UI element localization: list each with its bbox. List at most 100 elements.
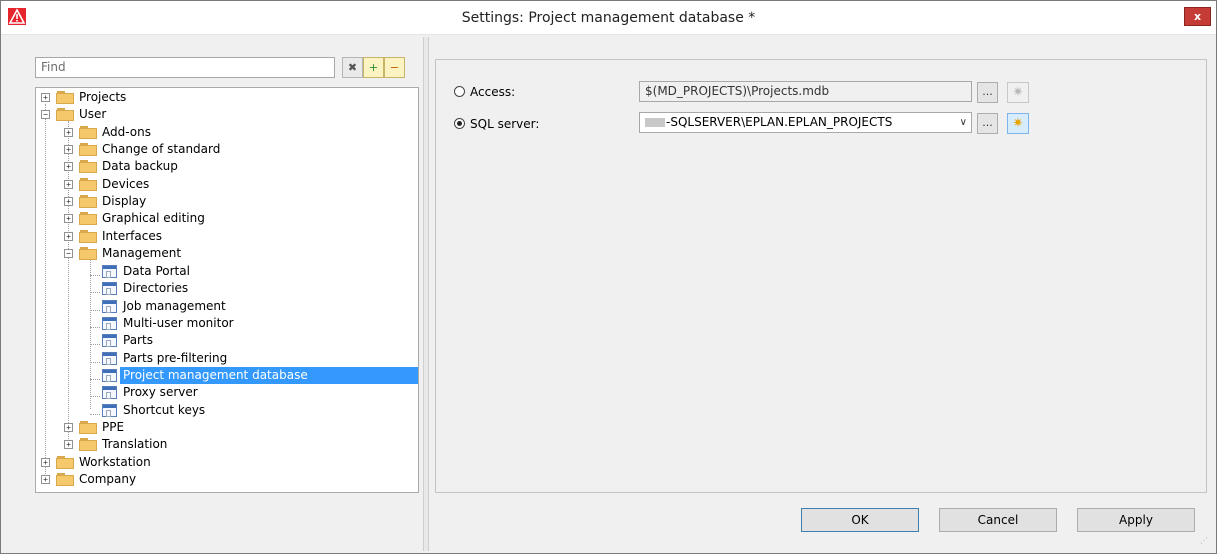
- tree-guide-line: [90, 260, 91, 409]
- find-input[interactable]: Find: [35, 57, 335, 78]
- settings-page-icon: [102, 369, 117, 382]
- expand-plus-icon[interactable]: +: [64, 145, 73, 154]
- clear-search-button[interactable]: ✖: [342, 57, 363, 78]
- tree-item-label: Graphical editing: [102, 211, 205, 225]
- tree-item-label: Multi-user monitor: [123, 316, 234, 330]
- folder-icon: [56, 108, 74, 121]
- settings-dialog: Settings: Project management database * …: [0, 0, 1217, 554]
- access-radio[interactable]: [454, 86, 465, 97]
- collapse-minus-icon[interactable]: −: [64, 249, 73, 258]
- tree-item-label: Add-ons: [102, 125, 151, 139]
- sql-create-button[interactable]: ✷: [1007, 113, 1029, 134]
- tree-item-label: PPE: [102, 420, 125, 434]
- apply-button[interactable]: Apply: [1077, 508, 1195, 532]
- tree-item-label: Parts pre-filtering: [123, 351, 228, 365]
- settings-page-icon: [102, 300, 117, 313]
- tree-item-label: Devices: [102, 177, 150, 191]
- expand-plus-icon[interactable]: +: [64, 180, 73, 189]
- tree-item-label: Parts: [123, 333, 153, 347]
- folder-icon: [56, 473, 74, 486]
- collapse-minus-icon[interactable]: −: [41, 110, 50, 119]
- title-bar: Settings: Project management database * …: [1, 1, 1216, 35]
- access-browse-button[interactable]: ...: [977, 82, 998, 103]
- access-path-field[interactable]: $(MD_PROJECTS)\Projects.mdb: [639, 81, 972, 102]
- tree-item-label: Directories: [123, 281, 189, 295]
- tree-item-label: Data Portal: [123, 264, 190, 278]
- expand-plus-icon[interactable]: +: [41, 458, 50, 467]
- settings-page-icon: [102, 352, 117, 365]
- tree-guide-line: [90, 414, 100, 415]
- ok-button[interactable]: OK: [801, 508, 919, 532]
- settings-page-icon: [102, 334, 117, 347]
- tree-guide-line: [90, 362, 100, 363]
- tree-item-label: User: [79, 107, 107, 121]
- settings-page-icon: [102, 265, 117, 278]
- collapse-all-button[interactable]: −: [384, 57, 405, 78]
- folder-icon: [79, 230, 97, 243]
- tree-guide-line: [90, 379, 100, 380]
- expand-plus-icon[interactable]: +: [64, 423, 73, 432]
- tree-item-label: Proxy server: [123, 385, 198, 399]
- folder-icon: [79, 143, 97, 156]
- settings-tree: + Projects − User + Add-ons + Change of …: [35, 87, 419, 493]
- expand-plus-icon[interactable]: +: [64, 440, 73, 449]
- chevron-down-icon[interactable]: ∨: [960, 113, 967, 132]
- navigation-pane: Find ✖ + − + Projects − User + Add-ons +…: [9, 37, 423, 551]
- tree-guide-line: [45, 104, 46, 478]
- cancel-button[interactable]: Cancel: [939, 508, 1057, 532]
- sql-browse-button[interactable]: ...: [977, 113, 998, 134]
- sql-server-value: -SQLSERVER\EPLAN.EPLAN_PROJECTS: [666, 115, 893, 129]
- tree-item-label: Change of standard: [102, 142, 221, 156]
- folder-icon: [79, 438, 97, 451]
- access-label: Access:: [470, 85, 516, 99]
- expand-all-button[interactable]: +: [363, 57, 384, 78]
- window-title: Settings: Project management database *: [461, 10, 756, 26]
- settings-page-icon: [102, 317, 117, 330]
- settings-panel: Access: $(MD_PROJECTS)\Projects.mdb ... …: [435, 59, 1207, 493]
- tree-item-label: Interfaces: [102, 229, 162, 243]
- folder-icon: [79, 178, 97, 191]
- folder-icon: [79, 421, 97, 434]
- tree-guide-line: [90, 310, 100, 311]
- settings-page-icon: [102, 282, 117, 295]
- folder-icon: [56, 91, 74, 104]
- folder-icon: [79, 212, 97, 225]
- tree-item-label: Management: [102, 246, 182, 260]
- folder-icon: [56, 456, 74, 469]
- redacted-server-name: [645, 118, 665, 127]
- tree-item-label: Display: [102, 194, 147, 208]
- tree-item-label: Project management database: [120, 367, 418, 384]
- tree-item-label: Translation: [102, 437, 168, 451]
- sql-server-combo[interactable]: -SQLSERVER\EPLAN.EPLAN_PROJECTS ∨: [639, 112, 972, 133]
- resize-grip-icon[interactable]: ⋰: [1200, 537, 1212, 550]
- tree-guide-line: [90, 327, 100, 328]
- folder-icon: [79, 195, 97, 208]
- tree-item-label: Workstation: [79, 455, 151, 469]
- folder-icon: [79, 160, 97, 173]
- tree-item-label: Job management: [123, 299, 226, 313]
- expand-plus-icon[interactable]: +: [64, 128, 73, 137]
- tree-item-label: Data backup: [102, 159, 178, 173]
- expand-plus-icon[interactable]: +: [64, 162, 73, 171]
- expand-plus-icon[interactable]: +: [64, 214, 73, 223]
- expand-plus-icon[interactable]: +: [64, 197, 73, 206]
- tree-item-label: Shortcut keys: [123, 403, 206, 417]
- access-create-button[interactable]: ✷: [1007, 82, 1029, 103]
- tree-item-label: Projects: [79, 90, 127, 104]
- tree-item-label: Company: [79, 472, 137, 486]
- sql-server-label: SQL server:: [470, 117, 540, 131]
- pane-splitter[interactable]: [423, 37, 429, 551]
- expand-plus-icon[interactable]: +: [41, 475, 50, 484]
- folder-icon: [79, 247, 97, 260]
- tree-guide-line: [90, 275, 100, 276]
- tree-guide-line: [90, 292, 100, 293]
- expand-plus-icon[interactable]: +: [41, 93, 50, 102]
- folder-icon: [79, 126, 97, 139]
- settings-page-icon: [102, 404, 117, 417]
- tree-guide-line: [90, 396, 100, 397]
- settings-page-icon: [102, 386, 117, 399]
- expand-plus-icon[interactable]: +: [64, 232, 73, 241]
- close-button[interactable]: x: [1184, 7, 1211, 26]
- sql-server-radio[interactable]: [454, 118, 465, 129]
- tree-guide-line: [90, 344, 100, 345]
